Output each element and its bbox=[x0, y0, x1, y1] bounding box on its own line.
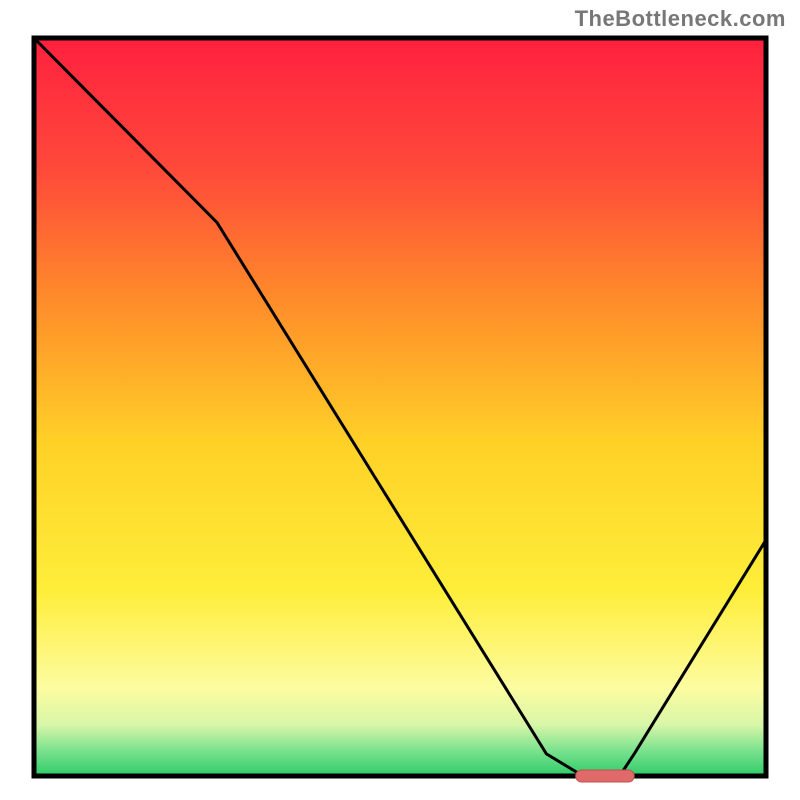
bottleneck-chart bbox=[0, 0, 800, 800]
chart-container: TheBottleneck.com bbox=[0, 0, 800, 800]
optimal-range-marker bbox=[576, 770, 635, 782]
watermark-text: TheBottleneck.com bbox=[575, 6, 786, 32]
